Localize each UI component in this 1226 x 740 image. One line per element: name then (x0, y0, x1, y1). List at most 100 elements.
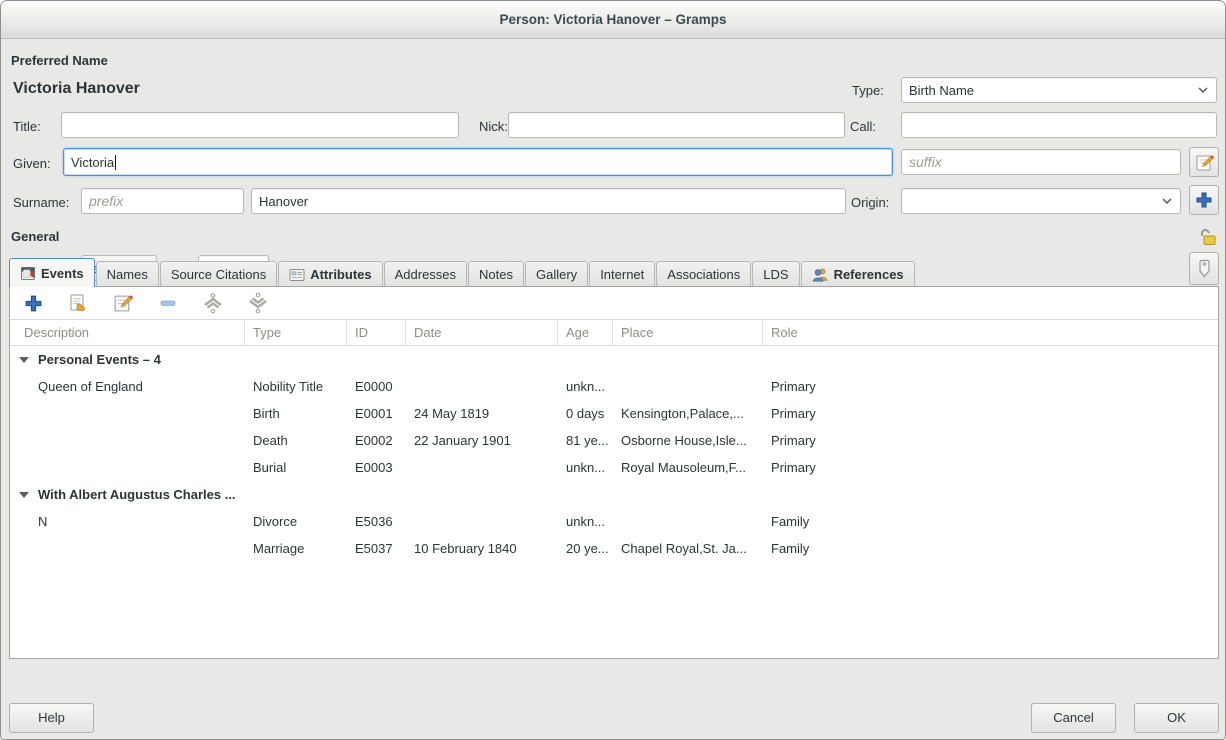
general-section-label: General (11, 229, 59, 244)
tab-events[interactable]: Events (9, 258, 95, 287)
tab-names[interactable]: Names (96, 261, 159, 287)
cell-description (10, 535, 245, 562)
column-header[interactable]: Date (406, 320, 558, 345)
tab-source-citations[interactable]: Source Citations (160, 261, 277, 287)
tab-label: Addresses (395, 267, 456, 282)
edit-event-button[interactable] (112, 292, 134, 314)
expander-icon[interactable] (19, 492, 29, 498)
cell-type: Divorce (245, 508, 347, 535)
tag-icon (1197, 259, 1212, 278)
column-header[interactable]: ID (347, 320, 406, 345)
given-value: Victoria (71, 155, 114, 170)
expander-icon[interactable] (19, 357, 29, 363)
call-input[interactable] (901, 112, 1217, 138)
ok-button[interactable]: OK (1134, 703, 1219, 733)
cell-description (10, 400, 245, 427)
cell-place: Chapel Royal,St. Ja... (613, 535, 763, 562)
tab-internet[interactable]: Internet (589, 261, 655, 287)
cell-id: E0001 (347, 400, 406, 427)
surname-prefix-input[interactable] (81, 188, 244, 214)
tab-label: References (834, 267, 904, 282)
origin-label: Origin: (851, 195, 889, 210)
column-header[interactable]: Description (10, 320, 245, 345)
tab-gallery[interactable]: Gallery (525, 261, 588, 287)
unlock-icon[interactable] (1197, 228, 1217, 246)
table-row[interactable]: Birth E0001 24 May 1819 0 days Kensingto… (10, 400, 1218, 427)
add-surname-button[interactable] (1189, 185, 1219, 215)
surname-label: Surname: (13, 195, 69, 210)
add-event-button[interactable] (22, 292, 44, 314)
cell-place (613, 508, 763, 535)
events-icon (20, 265, 36, 281)
text-caret (115, 155, 116, 170)
nick-input[interactable] (508, 112, 845, 138)
column-header[interactable]: Age (558, 320, 613, 345)
cell-role: Primary (763, 427, 1218, 454)
suffix-input[interactable] (901, 149, 1181, 175)
cell-date (406, 373, 558, 400)
tab-attributes[interactable]: Attributes (278, 261, 382, 287)
table-row[interactable]: Death E0002 22 January 1901 81 ye... Osb… (10, 427, 1218, 454)
tag-button[interactable] (1189, 252, 1219, 285)
cell-date (406, 454, 558, 481)
cell-type: Marriage (245, 535, 347, 562)
column-header[interactable]: Role (763, 320, 1218, 345)
cell-age: 81 ye... (558, 427, 613, 454)
cell-date: 24 May 1819 (406, 400, 558, 427)
call-label: Call: (850, 119, 876, 134)
event-group-label: Personal Events – 4 (38, 352, 161, 367)
name-type-combobox[interactable]: Birth Name (901, 77, 1217, 103)
column-header[interactable]: Type (245, 320, 347, 345)
titlebar[interactable]: Person: Victoria Hanover – Gramps (1, 1, 1225, 39)
cell-age: unkn... (558, 373, 613, 400)
move-up-icon (202, 292, 224, 314)
chevron-down-icon (1161, 197, 1173, 205)
move-down-button[interactable] (247, 292, 269, 314)
column-header[interactable]: Place (613, 320, 763, 345)
remove-event-button[interactable] (157, 292, 179, 314)
origin-combobox[interactable] (901, 188, 1181, 214)
tab-notes[interactable]: Notes (468, 261, 524, 287)
cell-age: unkn... (558, 508, 613, 535)
given-input[interactable]: Victoria (63, 148, 893, 176)
tab-label: Names (107, 267, 148, 282)
event-group-row[interactable]: With Albert Augustus Charles ... (10, 481, 1218, 508)
tab-label: Events (41, 266, 84, 281)
chevron-down-icon (1197, 86, 1209, 94)
help-button[interactable]: Help (9, 703, 94, 733)
name-editor-button[interactable] (1189, 147, 1219, 177)
surname-input[interactable] (251, 188, 846, 214)
cancel-button[interactable]: Cancel (1031, 703, 1116, 733)
cell-description: N (10, 508, 245, 535)
table-row[interactable]: Marriage E5037 10 February 1840 20 ye...… (10, 535, 1218, 562)
preferred-name-section-label: Preferred Name (11, 53, 108, 68)
name-form: Preferred Name Victoria Hanover Type: Bi… (1, 40, 1226, 295)
cell-description (10, 454, 245, 481)
cell-role: Family (763, 508, 1218, 535)
tab-label: Gallery (536, 267, 577, 282)
table-row[interactable]: Queen of England Nobility Title E0000 un… (10, 373, 1218, 400)
tab-label: LDS (763, 267, 788, 282)
share-icon (68, 293, 88, 313)
dialog-footer: Help Cancel OK (1, 696, 1226, 739)
edit-icon (113, 293, 133, 313)
table-row[interactable]: Burial E0003 unkn... Royal Mausoleum,F..… (10, 454, 1218, 481)
cell-place: Osborne House,Isle... (613, 427, 763, 454)
cell-type: Birth (245, 400, 347, 427)
title-input[interactable] (61, 112, 459, 138)
cell-type: Nobility Title (245, 373, 347, 400)
tab-references[interactable]: References (801, 261, 915, 287)
tab-label: Associations (667, 267, 740, 282)
table-row[interactable]: N Divorce E5036 unkn... Family (10, 508, 1218, 535)
tab-addresses[interactable]: Addresses (384, 261, 467, 287)
move-up-button[interactable] (202, 292, 224, 314)
cell-role: Primary (763, 454, 1218, 481)
cell-id: E0003 (347, 454, 406, 481)
event-group-row[interactable]: Personal Events – 4 (10, 346, 1218, 373)
cell-age: 0 days (558, 400, 613, 427)
cell-role: Family (763, 535, 1218, 562)
tab-associations[interactable]: Associations (656, 261, 751, 287)
person-editor-dialog: Person: Victoria Hanover – Gramps Prefer… (0, 0, 1226, 740)
tab-lds[interactable]: LDS (752, 261, 799, 287)
share-event-button[interactable] (67, 292, 89, 314)
